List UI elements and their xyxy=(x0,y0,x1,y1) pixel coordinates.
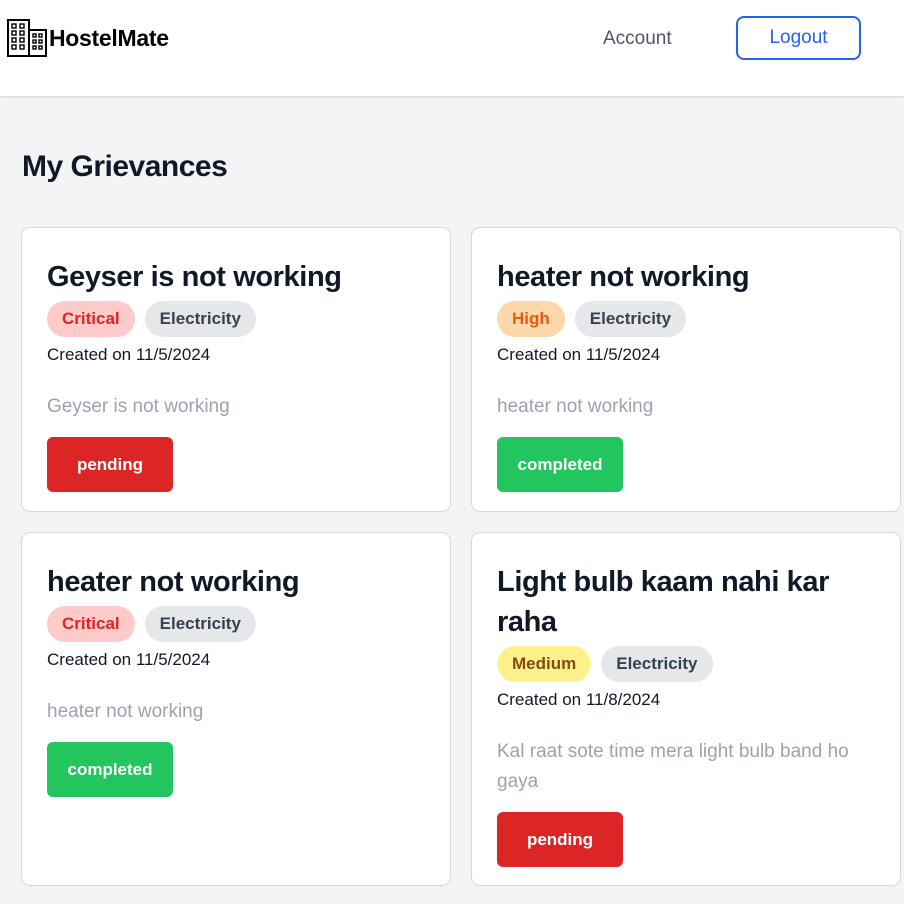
status-button[interactable]: completed xyxy=(497,437,623,492)
grievance-title: heater not working xyxy=(497,261,750,293)
created-date: Created on 11/5/2024 xyxy=(47,345,211,364)
grievance-title: Light bulb kaam nahi kar raha xyxy=(497,566,830,638)
status-button[interactable]: pending xyxy=(497,812,623,867)
grievance-title: Geyser is not working xyxy=(47,261,342,293)
grievance-description: Kal raat sote time mera light bulb band … xyxy=(497,741,849,792)
grievance-description: Geyser is not working xyxy=(47,396,230,417)
priority-badge: Critical xyxy=(47,606,135,642)
grievance-title: heater not working xyxy=(47,566,300,598)
grievance-card: Geyser is not working Critical Electrici… xyxy=(21,227,451,512)
navbar: HostelMate Account Logout xyxy=(0,0,904,97)
grievance-card: heater not working High Electricity Crea… xyxy=(471,227,901,512)
status-button[interactable]: completed xyxy=(47,742,173,797)
grievance-description: heater not working xyxy=(497,396,654,417)
category-badge: Electricity xyxy=(144,301,256,337)
grievance-card: heater not working Critical Electricity … xyxy=(21,532,451,886)
page-title: My Grievances xyxy=(22,150,228,183)
account-link[interactable]: Account xyxy=(603,28,672,50)
category-badge: Electricity xyxy=(144,606,256,642)
building-icon xyxy=(7,18,47,58)
category-badge: Electricity xyxy=(601,646,713,682)
app-logo[interactable]: HostelMate xyxy=(7,17,169,59)
priority-badge: High xyxy=(497,301,565,337)
app-name: HostelMate xyxy=(49,24,169,51)
grievance-card: Light bulb kaam nahi kar raha Medium Ele… xyxy=(471,532,901,886)
category-badge: Electricity xyxy=(574,301,687,337)
created-date: Created on 11/5/2024 xyxy=(497,345,661,364)
status-button[interactable]: pending xyxy=(47,437,173,492)
grievance-description: heater not working xyxy=(47,701,204,722)
logout-button[interactable]: Logout xyxy=(736,16,861,60)
created-date: Created on 11/5/2024 xyxy=(47,650,211,669)
created-date: Created on 11/8/2024 xyxy=(497,690,661,709)
priority-badge: Critical xyxy=(47,301,135,337)
priority-badge: Medium xyxy=(497,646,592,682)
